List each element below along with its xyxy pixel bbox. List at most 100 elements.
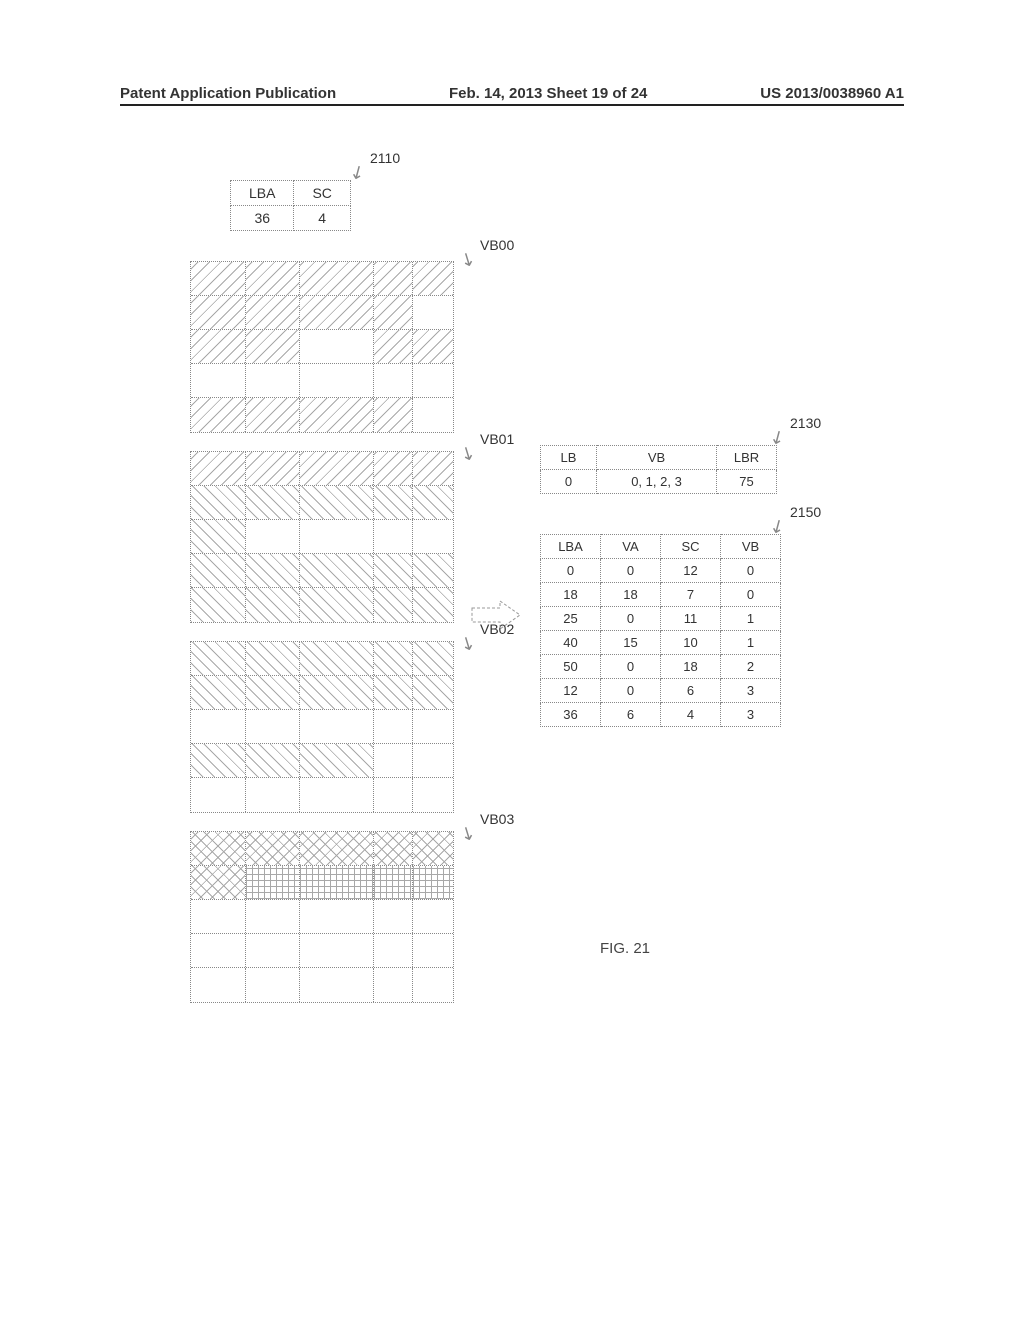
t2130-header: LBR — [717, 446, 777, 470]
t2150-cell: 10 — [661, 631, 721, 655]
vblock-cell — [374, 710, 414, 743]
vblock-cell — [300, 330, 373, 363]
vblock-cell — [300, 296, 373, 329]
vblock-cell — [300, 744, 373, 777]
vblock-cell — [191, 588, 246, 622]
t2150-header: SC — [661, 535, 721, 559]
vblock-cell — [246, 452, 301, 485]
t2150-cell: 6 — [661, 679, 721, 703]
vblock-cell — [246, 900, 301, 933]
vblock-cell — [413, 330, 453, 363]
vblock-cell — [413, 486, 453, 519]
vblock-cell — [300, 364, 373, 397]
hdr-left: Patent Application Publication — [120, 85, 336, 102]
leader-arrow-icon: ↙ — [456, 441, 479, 467]
vblock-vb01 — [190, 451, 454, 623]
vblock-cell — [413, 398, 453, 432]
vblock-cell — [374, 486, 414, 519]
vblock-cell — [413, 296, 453, 329]
vblock-cell — [413, 676, 453, 709]
vblock-cell — [374, 364, 414, 397]
vblock-cell — [300, 486, 373, 519]
vblock-cell — [413, 778, 453, 812]
t2130-header: LB — [541, 446, 597, 470]
vblock-cell — [413, 520, 453, 553]
t2150-cell: 6 — [601, 703, 661, 727]
t2150-header: VB — [721, 535, 781, 559]
vblock-cell — [246, 296, 301, 329]
label-vb03: VB03 — [480, 811, 514, 827]
t2150-cell: 25 — [541, 607, 601, 631]
vblock-cell — [246, 642, 301, 675]
vblock-cell — [300, 778, 373, 812]
vblock-cell — [191, 364, 246, 397]
vblock-cell — [374, 642, 414, 675]
t2150-cell: 12 — [541, 679, 601, 703]
vblock-cell — [246, 520, 301, 553]
vblock-cell — [300, 520, 373, 553]
vblock-cell — [300, 398, 373, 432]
t2150-cell: 7 — [661, 583, 721, 607]
vblock-cell — [300, 710, 373, 743]
vblock-cell — [374, 676, 414, 709]
vblock-cell — [246, 330, 301, 363]
vblock-cell — [374, 262, 414, 295]
vblock-cell — [300, 866, 373, 899]
vblock-cell — [246, 934, 301, 967]
vblock-cell — [191, 520, 246, 553]
vblock-cell — [246, 676, 301, 709]
t2150-cell: 1 — [721, 631, 781, 655]
t2150-cell: 0 — [601, 559, 661, 583]
vblock-cell — [246, 744, 301, 777]
vblock-cell — [413, 554, 453, 587]
vblock-cell — [374, 554, 414, 587]
t2130-cell: 0, 1, 2, 3 — [597, 470, 717, 494]
t2150-cell: 0 — [721, 583, 781, 607]
vblock-cell — [374, 778, 414, 812]
vblock-cell — [374, 866, 414, 899]
vblock-cell — [413, 262, 453, 295]
vblock-cell — [191, 676, 246, 709]
vblock-cell — [374, 934, 414, 967]
t2150-header: VA — [601, 535, 661, 559]
t2150-cell: 0 — [601, 607, 661, 631]
vblock-cell — [300, 832, 373, 865]
t2150-cell: 15 — [601, 631, 661, 655]
t2150-cell: 3 — [721, 703, 781, 727]
vblock-cell — [300, 588, 373, 622]
vblock-cell — [191, 398, 246, 432]
vblock-cell — [246, 710, 301, 743]
vblock-cell — [246, 866, 301, 899]
vblock-cell — [374, 968, 414, 1002]
t2150-cell: 12 — [661, 559, 721, 583]
vblock-cell — [246, 486, 301, 519]
vblock-cell — [191, 832, 246, 865]
t2150-cell: 0 — [601, 679, 661, 703]
ref-2110: 2110 — [370, 150, 400, 166]
vblock-cell — [191, 554, 246, 587]
vblock-cell — [246, 364, 301, 397]
hdr-right: US 2013/0038960 A1 — [760, 85, 904, 102]
t2130-cell: 75 — [717, 470, 777, 494]
vblock-cell — [413, 588, 453, 622]
t2110-h-sc: SC — [294, 181, 350, 206]
vblock-cell — [246, 262, 301, 295]
table-2150: LBAVASCVB0012018187025011140151015001821… — [540, 534, 781, 727]
vblock-cell — [300, 642, 373, 675]
vblock-cell — [191, 296, 246, 329]
t2130-header: VB — [597, 446, 717, 470]
vblock-cell — [374, 744, 414, 777]
vblock-vb00 — [190, 261, 454, 433]
t2150-cell: 18 — [541, 583, 601, 607]
vblock-cell — [374, 398, 414, 432]
vblock-cell — [374, 900, 414, 933]
vblock-cell — [300, 676, 373, 709]
t2150-cell: 4 — [661, 703, 721, 727]
ref-2150: 2150 — [790, 504, 821, 520]
vblock-cell — [191, 866, 246, 899]
t2150-cell: 3 — [721, 679, 781, 703]
t2150-cell: 0 — [601, 655, 661, 679]
vblock-cell — [413, 642, 453, 675]
t2150-cell: 50 — [541, 655, 601, 679]
vblock-cell — [374, 588, 414, 622]
